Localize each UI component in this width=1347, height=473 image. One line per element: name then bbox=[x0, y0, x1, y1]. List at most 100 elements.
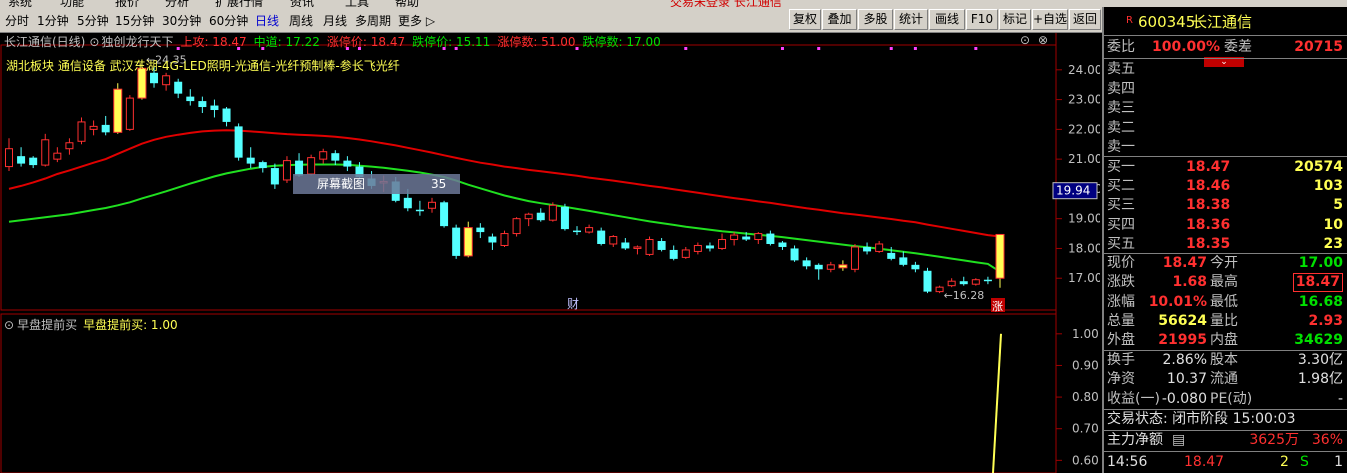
weibi-value: 100.00% bbox=[1152, 39, 1221, 55]
period-7[interactable]: 周线 bbox=[289, 12, 313, 29]
period-10[interactable]: 更多 ▷ bbox=[398, 12, 435, 29]
buy-level-1: 买二 18.46 103 bbox=[1104, 177, 1347, 196]
period-5[interactable]: 60分钟 bbox=[209, 12, 248, 29]
r-badge: R bbox=[1126, 15, 1133, 26]
candle-up bbox=[125, 97, 134, 130]
candle-up bbox=[850, 246, 859, 270]
indicator-value-2: 涨停价: 18.47 bbox=[326, 35, 406, 49]
toolbar-button-6[interactable]: 标记 bbox=[999, 9, 1031, 30]
toolbar-button-4[interactable]: 画线 bbox=[929, 9, 965, 30]
stat2-row-1: 净资 10.37 流通 1.98亿 bbox=[1104, 370, 1347, 389]
toolbar-button-7[interactable]: +自选 bbox=[1032, 9, 1068, 30]
buy-volume: 103 bbox=[1313, 178, 1343, 195]
tick-count: 1 bbox=[1334, 454, 1343, 470]
stat-label: 涨跌 bbox=[1107, 274, 1135, 291]
toolbar-button-0[interactable]: 复权 bbox=[789, 9, 821, 30]
net-flow-value: 3625万 bbox=[1249, 432, 1299, 448]
menu-7[interactable]: 帮助 bbox=[395, 0, 419, 7]
candle-up bbox=[41, 139, 50, 166]
chart-area[interactable]: 24.0023.0022.0021.0020.0019.0018.0017.00… bbox=[0, 33, 1100, 473]
limit-marker bbox=[889, 47, 893, 50]
sell-label: 卖五 bbox=[1107, 61, 1135, 77]
buy-label: 买五 bbox=[1107, 235, 1135, 252]
candle-up bbox=[307, 157, 316, 175]
stock-code: 600345 bbox=[1138, 13, 1196, 31]
close-panel-icon[interactable]: ⊙ bbox=[1020, 33, 1030, 47]
candle-down bbox=[959, 281, 968, 285]
period-8[interactable]: 月线 bbox=[323, 12, 347, 29]
candle-up bbox=[971, 279, 980, 285]
candle-down bbox=[863, 246, 872, 252]
toolbar-button-8[interactable]: 返回 bbox=[1069, 9, 1101, 30]
stat-label: 最低 bbox=[1210, 293, 1238, 310]
candle-down bbox=[198, 101, 207, 108]
menu-6[interactable]: 工具 bbox=[345, 0, 369, 7]
period-0[interactable]: 分时 bbox=[5, 12, 29, 29]
period-6[interactable]: 日线 bbox=[255, 12, 279, 29]
candle-down bbox=[186, 96, 195, 102]
period-4[interactable]: 30分钟 bbox=[162, 12, 201, 29]
tick-volume: 2 bbox=[1280, 454, 1289, 470]
menu-4[interactable]: 扩展行情 bbox=[215, 0, 263, 7]
stat-label: 今开 bbox=[1210, 255, 1238, 271]
buy-label: 买三 bbox=[1107, 197, 1135, 214]
buy-level-3: 买四 18.36 10 bbox=[1104, 216, 1347, 235]
candle-down bbox=[778, 242, 787, 247]
candle-down bbox=[452, 227, 461, 256]
stat-label: 现价 bbox=[1107, 255, 1135, 271]
period-3[interactable]: 15分钟 bbox=[115, 12, 154, 29]
stat-value: 1.68 bbox=[1172, 274, 1207, 291]
sub-y-tick-label: 0.70 bbox=[1072, 422, 1099, 436]
toolbar-button-3[interactable]: 统计 bbox=[894, 9, 928, 30]
indicator-value-4: 涨停数: 51.00 bbox=[497, 35, 576, 49]
kline-chart[interactable]: 24.0023.0022.0021.0020.0019.0018.0017.00… bbox=[0, 33, 1100, 473]
menu-0[interactable]: 系统 bbox=[8, 0, 32, 7]
indicator-name[interactable]: 独创龙行天下 bbox=[101, 35, 173, 49]
main-y-tick-label: 23.00 bbox=[1068, 93, 1100, 107]
menu-3[interactable]: 分析 bbox=[165, 0, 189, 7]
limit-down-marker bbox=[913, 47, 917, 50]
period-9[interactable]: 多周期 bbox=[355, 12, 391, 29]
candle-down bbox=[440, 202, 449, 227]
stat-label: 最高 bbox=[1210, 274, 1238, 291]
toolbar-button-1[interactable]: 叠加 bbox=[822, 9, 857, 30]
menu-1[interactable]: 功能 bbox=[60, 0, 84, 7]
stat-value: 21995 bbox=[1158, 332, 1207, 349]
stat-label: 量比 bbox=[1210, 312, 1238, 329]
toolbar-button-5[interactable]: F10 bbox=[966, 9, 998, 30]
limit-down-marker bbox=[780, 47, 784, 50]
sell-level-3: 卖二 bbox=[1104, 119, 1347, 138]
candle-down bbox=[29, 157, 38, 166]
stock-title: 长江通信(日线) bbox=[4, 35, 86, 49]
list-icon[interactable]: ▤ bbox=[1172, 431, 1185, 450]
sub-panel-header: ⊙ 早盘提前买 早盘提前买: 1.00 bbox=[4, 316, 178, 333]
toolbar-button-2[interactable]: 多股 bbox=[858, 9, 893, 30]
candle-up bbox=[282, 160, 291, 181]
stat-row-3: 总量 56624 量比 2.93 bbox=[1104, 312, 1347, 331]
stat-value: 10.01% bbox=[1148, 293, 1207, 310]
sub-indicator-menu-icon[interactable]: ⊙ bbox=[4, 318, 14, 332]
tick-row: 14:56 18.47 2 S 1 bbox=[1104, 453, 1347, 472]
candle-down bbox=[270, 168, 279, 185]
candle-down bbox=[17, 156, 26, 164]
candle-up bbox=[609, 236, 618, 245]
tick-time: 14:56 bbox=[1107, 454, 1148, 470]
candle-up bbox=[718, 239, 727, 249]
indicator-menu-icon[interactable]: ⊙ bbox=[89, 35, 99, 49]
close-panel-icon-x[interactable]: ⊗ bbox=[1038, 33, 1048, 47]
period-2[interactable]: 5分钟 bbox=[77, 12, 109, 29]
stat2-value: - bbox=[1337, 390, 1343, 407]
menu-2[interactable]: 报价 bbox=[115, 0, 139, 7]
sell-level-2: 卖三 bbox=[1104, 99, 1347, 118]
stat-label: 内盘 bbox=[1210, 332, 1238, 349]
period-1[interactable]: 1分钟 bbox=[37, 12, 69, 29]
candle-up bbox=[427, 201, 436, 209]
concept-tags: 湖北板块 通信设备 武汉东湖-4G-LED照明-光通信-光纤预制棒-参长飞光纤 bbox=[6, 59, 400, 73]
stat2-value: -0.080 bbox=[1161, 390, 1207, 407]
sub-panel-frame bbox=[0, 313, 1057, 473]
buy-level-4: 买五 18.35 23 bbox=[1104, 235, 1347, 254]
menu-5[interactable]: 资讯 bbox=[290, 0, 314, 7]
tick-price: 18.47 bbox=[1184, 454, 1225, 470]
candle-up bbox=[53, 152, 62, 160]
sub-indicator-name[interactable]: 早盘提前买 bbox=[17, 318, 77, 332]
